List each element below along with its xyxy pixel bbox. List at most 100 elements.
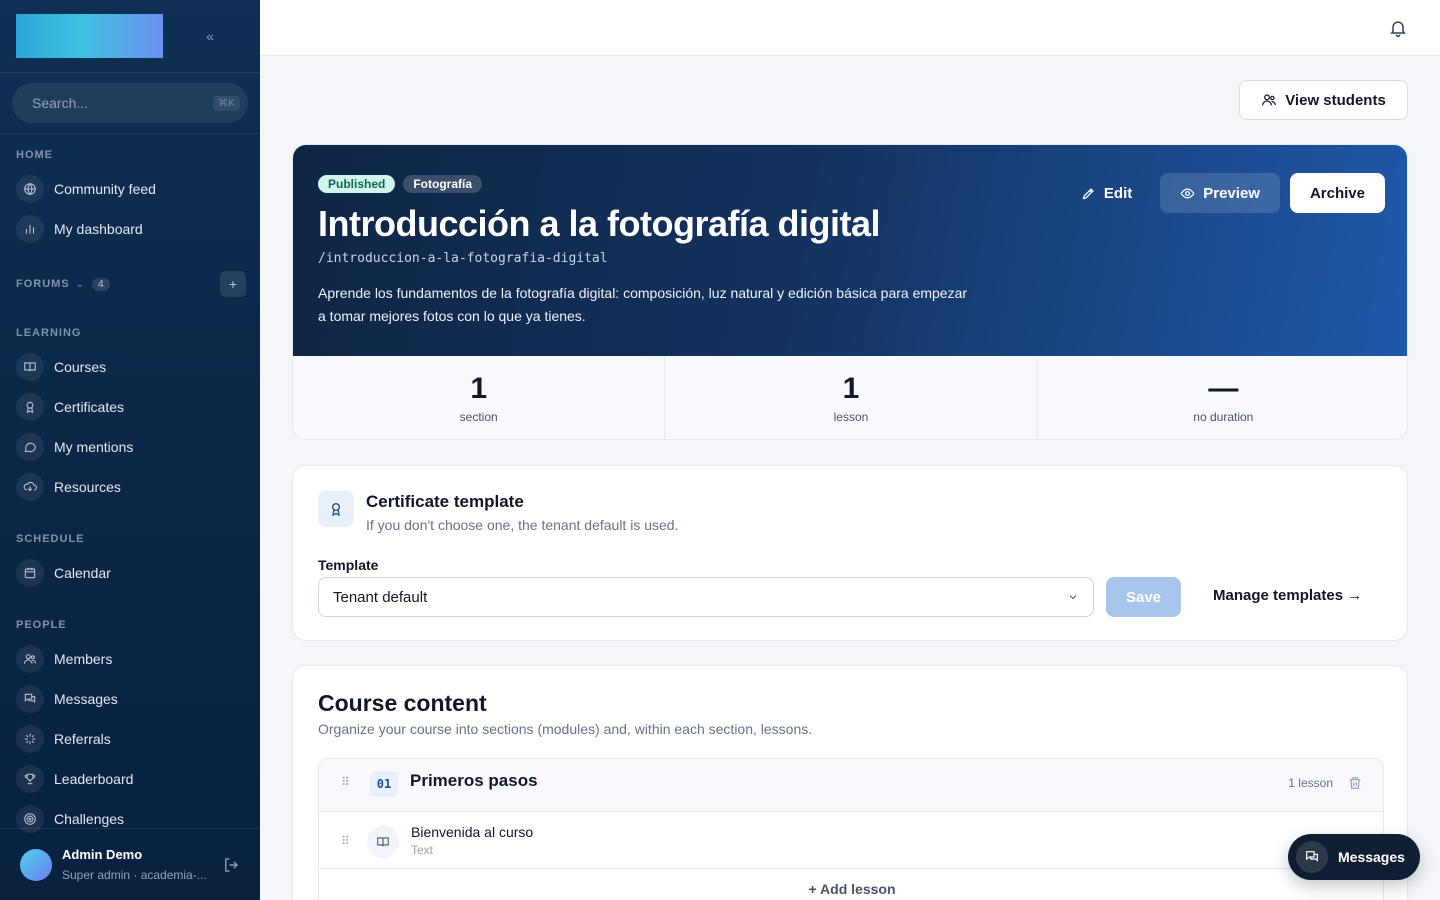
template-selected-value: Tenant default (333, 588, 428, 606)
forums-count-badge: 4 (92, 277, 110, 291)
bell-icon[interactable] (1388, 18, 1408, 38)
users-icon (16, 645, 44, 673)
view-students-label: View students (1285, 91, 1386, 109)
chat-bubble-icon (16, 433, 44, 461)
sidebar-item-label: Community feed (54, 181, 156, 197)
template-label: Template (318, 557, 379, 573)
add-lesson-label: Add lesson (820, 881, 896, 897)
section-label-learning: LEARNING (16, 327, 82, 339)
course-hero-card: Published Fotografía Introducción a la f… (292, 144, 1408, 440)
add-forum-button[interactable]: + (220, 271, 246, 297)
archive-button[interactable]: Archive (1289, 173, 1385, 213)
award-icon (318, 491, 354, 527)
chevron-down-icon[interactable]: ⌄ (76, 279, 84, 290)
stat-duration: — no duration (1038, 356, 1407, 439)
course-slug: /introduccion-a-la-fotografia-digital (318, 251, 608, 266)
user-profile[interactable]: Admin Demo Super admin · academia-... (0, 828, 260, 900)
messages-icon (16, 685, 44, 713)
sidebar-item-courses[interactable]: Courses (16, 351, 248, 383)
section-name: Primeros pasos (410, 771, 538, 790)
topbar (260, 0, 1440, 56)
eye-icon (1180, 187, 1195, 199)
sidebar-item-my-mentions[interactable]: My mentions (16, 431, 248, 463)
sidebar-item-leaderboard[interactable]: Leaderboard (16, 763, 248, 795)
sidebar-item-label: Leaderboard (54, 771, 134, 787)
cloud-download-icon (16, 473, 44, 501)
sidebar-item-label: Members (54, 651, 113, 667)
drag-handle-icon[interactable]: ⠿ (341, 834, 351, 848)
sparkle-icon (16, 725, 44, 753)
search-box[interactable]: ⌘K (12, 83, 248, 123)
save-button[interactable]: Save (1106, 577, 1181, 617)
page-title: Introducción a la fotografía digital (318, 203, 881, 244)
edit-label: Edit (1103, 184, 1133, 202)
stat-sections: 1 section (293, 356, 666, 439)
edit-button[interactable]: Edit (1063, 173, 1150, 213)
book-icon (16, 353, 44, 381)
template-select[interactable]: Tenant default (318, 577, 1094, 617)
search-shortcut: ⌘K (213, 95, 240, 111)
pencil-icon (1082, 187, 1094, 199)
sidebar-item-label: Challenges (54, 811, 125, 827)
sidebar-divider (0, 72, 260, 73)
add-lesson-button[interactable]: + Add lesson (319, 881, 1383, 897)
sidebar-item-members[interactable]: Members (16, 643, 248, 675)
sidebar: « ⌘K HOME Community feed My dashboard FO… (0, 0, 260, 900)
sidebar-item-messages[interactable]: Messages (16, 683, 248, 715)
forums-header[interactable]: FORUMS ⌄ 4 + (16, 271, 246, 297)
sidebar-item-label: Referrals (54, 731, 111, 747)
sidebar-item-calendar[interactable]: Calendar (16, 557, 248, 589)
section-label-schedule: SCHEDULE (16, 533, 85, 545)
section-lesson-count: 1 lesson (1288, 776, 1333, 790)
user-role: Super admin · academia-... (62, 868, 207, 882)
course-content-card: Course content Organize your course into… (292, 665, 1408, 900)
course-hero: Published Fotografía Introducción a la f… (293, 145, 1407, 356)
section-header[interactable]: ⠿ 01 Primeros pasos 1 lesson (319, 759, 1383, 812)
search-input[interactable] (32, 95, 213, 111)
calendar-icon (16, 559, 44, 587)
trash-icon[interactable] (1347, 775, 1363, 791)
plus-icon: + (808, 881, 817, 897)
stat-label: lesson (833, 410, 869, 424)
stat-label: no duration (1193, 410, 1254, 424)
messages-fab-button[interactable]: Messages (1288, 834, 1420, 880)
collapse-sidebar-icon[interactable]: « (200, 26, 220, 46)
messages-icon (1296, 841, 1328, 873)
stat-value: 1 (470, 372, 487, 405)
preview-label: Preview (1203, 184, 1260, 202)
course-badges: Published Fotografía (318, 175, 483, 193)
stat-label: section (459, 410, 498, 424)
sidebar-item-label: Courses (54, 359, 107, 375)
course-section: ⠿ 01 Primeros pasos 1 lesson ⠿ Bienvenid… (318, 758, 1384, 900)
certificate-template-card: Certificate template If you don't choose… (292, 465, 1408, 641)
course-description: Aprende los fundamentos de la fotografía… (318, 285, 968, 324)
sidebar-item-label: Messages (54, 691, 118, 707)
course-content-subtitle: Organize your course into sections (modu… (318, 721, 813, 737)
preview-button[interactable]: Preview (1160, 173, 1280, 213)
award-icon (16, 393, 44, 421)
sidebar-item-resources[interactable]: Resources (16, 471, 248, 503)
drag-handle-icon[interactable]: ⠿ (341, 775, 351, 789)
book-icon (367, 826, 399, 858)
chevron-down-icon (1069, 595, 1077, 600)
section-label-forums: FORUMS (16, 278, 70, 290)
status-badge: Published (318, 175, 396, 193)
course-stats: 1 section 1 lesson — no duration (293, 356, 1407, 439)
manage-templates-link[interactable]: Manage templates → (1213, 587, 1362, 604)
section-label-home: HOME (16, 149, 53, 161)
brand-logo[interactable] (16, 14, 163, 58)
sidebar-item-my-dashboard[interactable]: My dashboard (16, 213, 248, 245)
users-icon (1262, 94, 1277, 106)
avatar[interactable] (20, 848, 52, 881)
sidebar-item-community-feed[interactable]: Community feed (16, 173, 248, 205)
sidebar-item-certificates[interactable]: Certificates (16, 391, 248, 423)
lesson-row[interactable]: ⠿ Bienvenida al curso Text (319, 813, 1383, 869)
section-label-people: PEOPLE (16, 619, 67, 631)
lesson-name: Bienvenida al curso (411, 824, 534, 840)
view-students-button[interactable]: View students (1239, 80, 1408, 120)
sidebar-item-referrals[interactable]: Referrals (16, 723, 248, 755)
messages-fab-label: Messages (1338, 849, 1405, 865)
logout-icon[interactable] (222, 856, 240, 874)
sidebar-item-label: Calendar (54, 565, 111, 581)
bar-chart-icon (16, 215, 44, 243)
